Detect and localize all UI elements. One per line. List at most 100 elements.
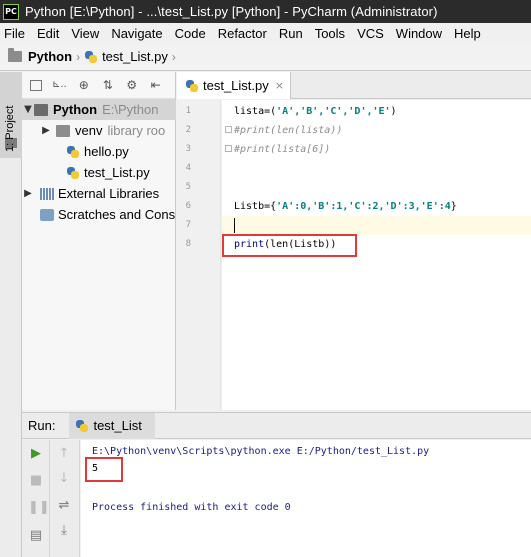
tab-test-list-label: test_List.py <box>203 78 269 93</box>
soft-wrap-icon[interactable]: ⇌ <box>56 498 72 514</box>
menu-code[interactable]: Code <box>175 26 206 41</box>
line-number: 7 <box>185 220 191 230</box>
hide-icon[interactable]: ⇤ <box>149 78 163 92</box>
project-view-icon[interactable] <box>30 79 42 91</box>
code-line-1: lista=('A','B','C','D','E') <box>234 102 397 121</box>
folder-icon <box>34 103 48 116</box>
run-console[interactable]: E:\Python\venv\Scripts\python.exe E:/Pyt… <box>81 440 531 557</box>
python-file-icon <box>185 79 199 93</box>
run-panel-label: Run: <box>28 418 56 433</box>
menu-run[interactable]: Run <box>279 26 303 41</box>
scratches-icon <box>40 208 54 221</box>
pause-icon[interactable]: ❚❚ <box>28 500 50 516</box>
breadcrumb-separator: › <box>76 49 81 64</box>
scroll-to-end-icon[interactable]: ⤓ <box>56 523 72 539</box>
tab-test-list[interactable]: test_List.py × <box>177 72 291 99</box>
tree-item-scratches[interactable]: Scratches and Cons <box>22 204 176 225</box>
run-panel-header: Run: test_List <box>22 412 531 439</box>
menu-navigate[interactable]: Navigate <box>111 26 162 41</box>
code-token: Listb={ <box>234 201 277 212</box>
annotation-highlight-box <box>222 234 357 257</box>
tree-item-venv-label: venv <box>75 123 103 138</box>
chevron-right-icon[interactable]: ▶ <box>40 125 52 136</box>
close-icon[interactable]: × <box>275 79 284 92</box>
current-line-highlight <box>222 216 531 235</box>
menu-view[interactable]: View <box>71 26 99 41</box>
code-line-6: Listb={'A':0,'B':1,'C':2,'D':3,'E':4} <box>234 197 457 216</box>
tree-item-venv-note: library roo <box>107 123 166 138</box>
breadcrumb-file[interactable]: test_List.py <box>84 49 168 64</box>
left-tool-strip-bottom <box>0 410 22 557</box>
run-tab-test-list[interactable]: test_List <box>69 412 156 439</box>
menu-window[interactable]: Window <box>396 26 442 41</box>
tree-item-hello-label: hello.py <box>84 144 129 159</box>
console-command-line: E:\Python\venv\Scripts\python.exe E:/Pyt… <box>92 446 430 457</box>
line-number: 3 <box>185 144 191 154</box>
project-tool-tab-label: 1: Project <box>4 105 16 152</box>
locate-icon[interactable]: ⊕ <box>77 78 91 92</box>
fold-marker-icon[interactable] <box>225 145 232 152</box>
tree-item-external-libraries-label: External Libraries <box>58 186 160 201</box>
project-view-dropdown[interactable]: ⊾.. <box>52 78 67 92</box>
run-tab-label: test_List <box>93 418 142 433</box>
menu-refactor[interactable]: Refactor <box>218 26 267 41</box>
rerun-icon[interactable]: ▶ <box>28 446 44 462</box>
tree-item-venv[interactable]: ▶ venv library roo <box>22 120 176 141</box>
stop-icon[interactable]: ■ <box>28 473 44 489</box>
breadcrumb-project-label: Python <box>28 49 73 64</box>
code-token: lista=( <box>234 106 277 117</box>
menu-edit[interactable]: Edit <box>37 26 59 41</box>
library-icon <box>40 187 54 200</box>
tree-item-scratches-label: Scratches and Cons <box>58 207 176 222</box>
fold-marker-icon[interactable] <box>225 126 232 133</box>
project-tool-tab[interactable]: 1: Project <box>0 72 22 158</box>
left-tool-strip: 1: Project <box>0 72 22 410</box>
arrow-up-icon[interactable]: ↑ <box>56 446 72 462</box>
window-title: Python [E:\Python] - ...\test_List.py [P… <box>25 4 438 19</box>
chevron-down-icon[interactable]: ▼ <box>22 104 34 115</box>
breadcrumb-project[interactable]: Python <box>8 48 73 64</box>
chevron-right-icon[interactable]: ▶ <box>22 188 34 199</box>
collapse-icon[interactable]: ⇅ <box>101 78 115 92</box>
tree-item-external-libraries[interactable]: ▶ External Libraries <box>22 183 176 204</box>
line-number: 1 <box>185 106 191 116</box>
menu-file[interactable]: File <box>4 26 25 41</box>
project-toolbar: ⊾.. ⊕ ⇅ ⚙ ⇤ <box>22 72 175 99</box>
tree-item-test-list-label: test_List.py <box>84 165 150 180</box>
title-bar: PC Python [E:\Python] - ...\test_List.py… <box>0 0 531 23</box>
pycharm-app-icon: PC <box>3 3 19 20</box>
line-number: 5 <box>185 182 191 192</box>
code-token: } <box>450 201 457 212</box>
tree-item-test-list[interactable]: test_List.py <box>22 162 176 183</box>
line-number: 6 <box>185 201 191 211</box>
tree-item-hello[interactable]: hello.py <box>22 141 176 162</box>
menu-vcs[interactable]: VCS <box>357 26 384 41</box>
project-panel: ⊾.. ⊕ ⇅ ⚙ ⇤ ▼ Python E:\Python ▶ venv li… <box>22 72 176 410</box>
line-number-gutter: 1 2 3 4 5 6 7 8 <box>177 100 221 410</box>
editor-tab-bar: test_List.py × <box>177 72 531 99</box>
breadcrumb-separator: › <box>171 49 176 64</box>
menu-tools[interactable]: Tools <box>315 26 345 41</box>
python-file-icon <box>66 166 80 180</box>
text-caret <box>234 218 235 233</box>
breadcrumb-file-label: test_List.py <box>102 49 168 64</box>
line-number: 4 <box>185 163 191 173</box>
run-toolbar-secondary: ↑ ↓ ⇌ ⤓ <box>50 440 80 557</box>
gear-icon[interactable]: ⚙ <box>125 78 139 92</box>
arrow-down-icon[interactable]: ↓ <box>56 471 72 487</box>
menu-help[interactable]: Help <box>454 26 481 41</box>
code-string: 'A','B','C','D','E' <box>276 106 391 117</box>
python-file-icon <box>75 419 89 433</box>
run-toolbar-primary: ▶ ■ ❚❚ ▤ <box>22 440 50 557</box>
restore-layout-icon[interactable]: ▤ <box>28 528 44 544</box>
code-line-2: #print(len(lista)) <box>234 125 343 136</box>
annotation-highlight-box <box>85 457 123 482</box>
tree-root-python[interactable]: ▼ Python E:\Python <box>22 99 176 120</box>
menu-bar: File Edit View Navigate Code Refactor Ru… <box>0 23 531 43</box>
folder-icon <box>8 48 22 62</box>
code-string: 'A':0,'B':1,'C':2,'D':3,'E':4 <box>276 201 451 212</box>
line-number: 8 <box>185 239 191 249</box>
code-line-3: #print(lista[6]) <box>234 144 331 155</box>
code-editor[interactable]: lista=('A','B','C','D','E') #print(len(l… <box>222 100 531 410</box>
folder-icon <box>56 124 70 137</box>
